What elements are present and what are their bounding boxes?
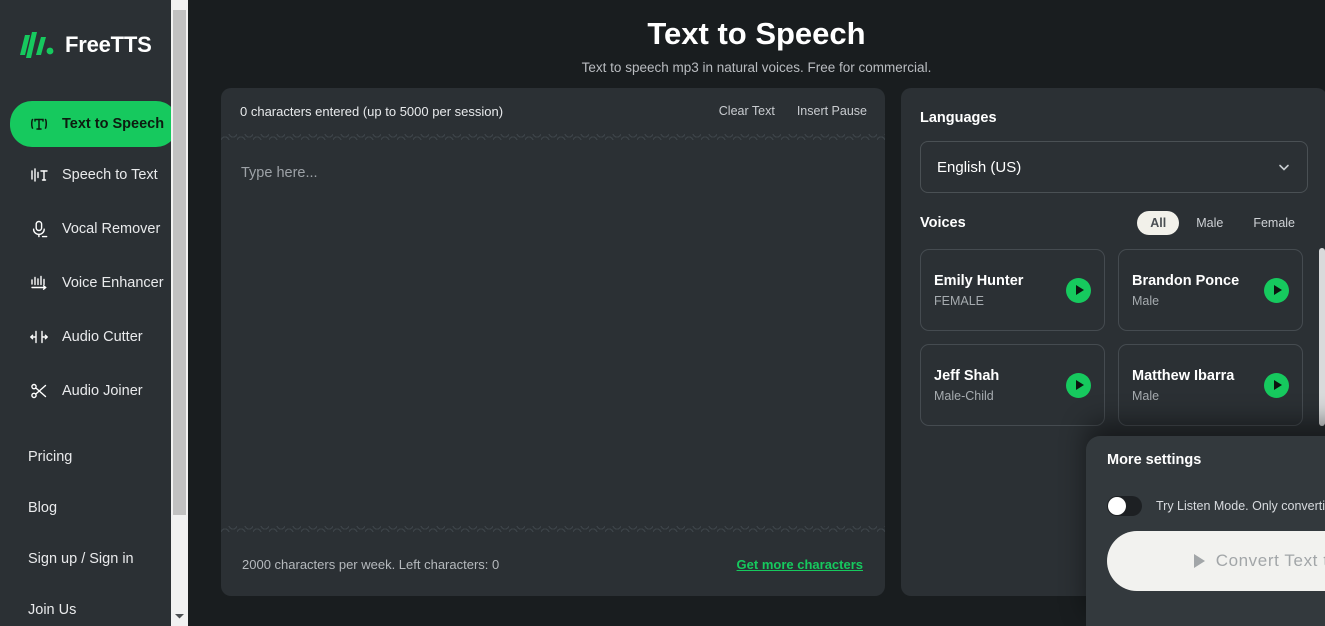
text-input-placeholder: Type here...	[241, 165, 865, 181]
sidebar-item-label: Sign up / Sign in	[28, 551, 134, 567]
brand-name: FreeTTS	[65, 32, 152, 58]
text-editor-panel: 0 characters entered (up to 5000 per ses…	[221, 88, 885, 596]
speech-to-text-icon	[28, 164, 50, 186]
voice-gender: Male-Child	[934, 389, 1066, 403]
more-settings-header[interactable]: More settings	[1086, 436, 1325, 484]
voice-card[interactable]: Emily Hunter FEMALE	[920, 249, 1105, 331]
microphone-icon	[28, 218, 50, 240]
gender-filter-group: All Male Female	[1137, 211, 1308, 235]
voice-card[interactable]: Matthew Ibarra Male	[1118, 344, 1303, 426]
voices-header: Voices All Male Female	[901, 193, 1325, 235]
voice-gender: Male	[1132, 389, 1264, 403]
listen-mode-toggle[interactable]	[1107, 496, 1142, 516]
voice-list: Emily Hunter FEMALE Brandon Ponce Male	[901, 235, 1325, 426]
sidebar: FreeTTS Text to Speech	[0, 0, 188, 626]
sidebar-item-label: Pricing	[28, 449, 72, 465]
sidebar-item-blog[interactable]: Blog	[10, 488, 178, 528]
sidebar-item-pricing[interactable]: Pricing	[10, 437, 178, 477]
filter-all[interactable]: All	[1137, 211, 1179, 235]
toggle-knob	[1108, 497, 1126, 515]
sidebar-item-audio-joiner[interactable]: Audio Joiner	[10, 371, 178, 411]
listen-mode-label: Try Listen Mode. Only converting the fir…	[1156, 499, 1325, 513]
audio-cutter-icon	[28, 326, 50, 348]
character-count-label: 0 characters entered (up to 5000 per ses…	[240, 104, 697, 119]
character-limit-label: 2000 characters per week. Left character…	[242, 557, 737, 572]
page-header: Text to Speech Text to speech mp3 in nat…	[188, 0, 1325, 75]
sidebar-item-vocal-remover[interactable]: Vocal Remover	[10, 209, 178, 249]
sidebar-item-label: Audio Cutter	[62, 329, 143, 345]
voice-gender: Male	[1132, 294, 1264, 308]
waveform-arrow-icon	[28, 272, 50, 294]
page-title: Text to Speech	[188, 14, 1325, 54]
voice-info: Emily Hunter FEMALE	[934, 273, 1066, 308]
languages-section: Languages English (US)	[901, 88, 1325, 193]
voice-gender: FEMALE	[934, 294, 1066, 308]
sidebar-item-signup-signin[interactable]: Sign up / Sign in	[10, 539, 178, 579]
sidebar-item-label: Text to Speech	[62, 116, 164, 132]
clear-text-button[interactable]: Clear Text	[719, 104, 775, 118]
languages-label: Languages	[920, 110, 1308, 126]
sidebar-item-label: Blog	[28, 500, 57, 516]
voice-name: Brandon Ponce	[1132, 273, 1264, 289]
sidebar-item-label: Speech to Text	[62, 167, 158, 183]
sidebar-item-label: Audio Joiner	[62, 383, 143, 399]
voice-info: Matthew Ibarra Male	[1132, 368, 1264, 403]
sidebar-scrollbar-thumb[interactable]	[173, 10, 186, 515]
sidebar-scrollbar[interactable]	[171, 0, 188, 626]
editor-footer: 2000 characters per week. Left character…	[221, 532, 885, 596]
voice-name: Matthew Ibarra	[1132, 368, 1264, 384]
chevron-down-icon	[1277, 160, 1291, 174]
brand[interactable]: FreeTTS	[0, 0, 188, 70]
freetts-logo-icon	[20, 32, 54, 58]
sidebar-nav: Text to Speech Speech to Text	[0, 70, 188, 626]
nav-divider-space	[0, 425, 188, 437]
language-selected-value: English (US)	[937, 159, 1277, 176]
sidebar-item-join-us[interactable]: Join Us	[10, 590, 178, 626]
listen-mode-row: Try Listen Mode. Only converting the fir…	[1086, 484, 1325, 516]
chevron-down-icon[interactable]	[171, 608, 188, 624]
get-more-characters-link[interactable]: Get more characters	[737, 557, 863, 572]
sidebar-item-audio-cutter[interactable]: Audio Cutter	[10, 317, 178, 357]
app-root: FreeTTS Text to Speech	[0, 0, 1325, 626]
page-subtitle: Text to speech mp3 in natural voices. Fr…	[188, 60, 1325, 75]
voice-card[interactable]: Jeff Shah Male-Child	[920, 344, 1105, 426]
text-input-area[interactable]: Type here...	[221, 140, 885, 526]
convert-button-label: Convert Text to Speech	[1216, 551, 1325, 571]
filter-male[interactable]: Male	[1183, 211, 1236, 235]
scissors-icon	[28, 380, 50, 402]
voice-list-scrollbar[interactable]	[1319, 248, 1325, 426]
language-select[interactable]: English (US)	[920, 141, 1308, 193]
voice-card[interactable]: Brandon Ponce Male	[1118, 249, 1303, 331]
sidebar-item-label: Join Us	[28, 602, 76, 618]
more-settings-panel: More settings Try Listen Mode. Only conv…	[1086, 436, 1325, 626]
voices-label: Voices	[920, 215, 1137, 231]
sidebar-item-voice-enhancer[interactable]: Voice Enhancer	[10, 263, 178, 303]
play-icon[interactable]	[1264, 373, 1289, 398]
insert-pause-button[interactable]: Insert Pause	[797, 104, 867, 118]
editor-toolbar: 0 characters entered (up to 5000 per ses…	[221, 88, 885, 134]
voice-info: Jeff Shah Male-Child	[934, 368, 1066, 403]
text-to-speech-icon	[28, 113, 50, 135]
play-icon[interactable]	[1264, 278, 1289, 303]
filter-female[interactable]: Female	[1240, 211, 1308, 235]
voice-name: Jeff Shah	[934, 368, 1066, 384]
sidebar-item-speech-to-text[interactable]: Speech to Text	[10, 155, 178, 195]
sidebar-item-label: Voice Enhancer	[62, 275, 164, 291]
sidebar-item-label: Vocal Remover	[62, 221, 160, 237]
convert-text-to-speech-button[interactable]: Convert Text to Speech	[1107, 531, 1325, 591]
play-icon[interactable]	[1066, 373, 1091, 398]
play-icon[interactable]	[1066, 278, 1091, 303]
play-icon	[1194, 554, 1205, 568]
sidebar-item-text-to-speech[interactable]: Text to Speech	[10, 101, 178, 147]
voice-name: Emily Hunter	[934, 273, 1066, 289]
main-content: Text to Speech Text to speech mp3 in nat…	[188, 0, 1325, 626]
more-settings-title: More settings	[1107, 452, 1325, 468]
voice-info: Brandon Ponce Male	[1132, 273, 1264, 308]
